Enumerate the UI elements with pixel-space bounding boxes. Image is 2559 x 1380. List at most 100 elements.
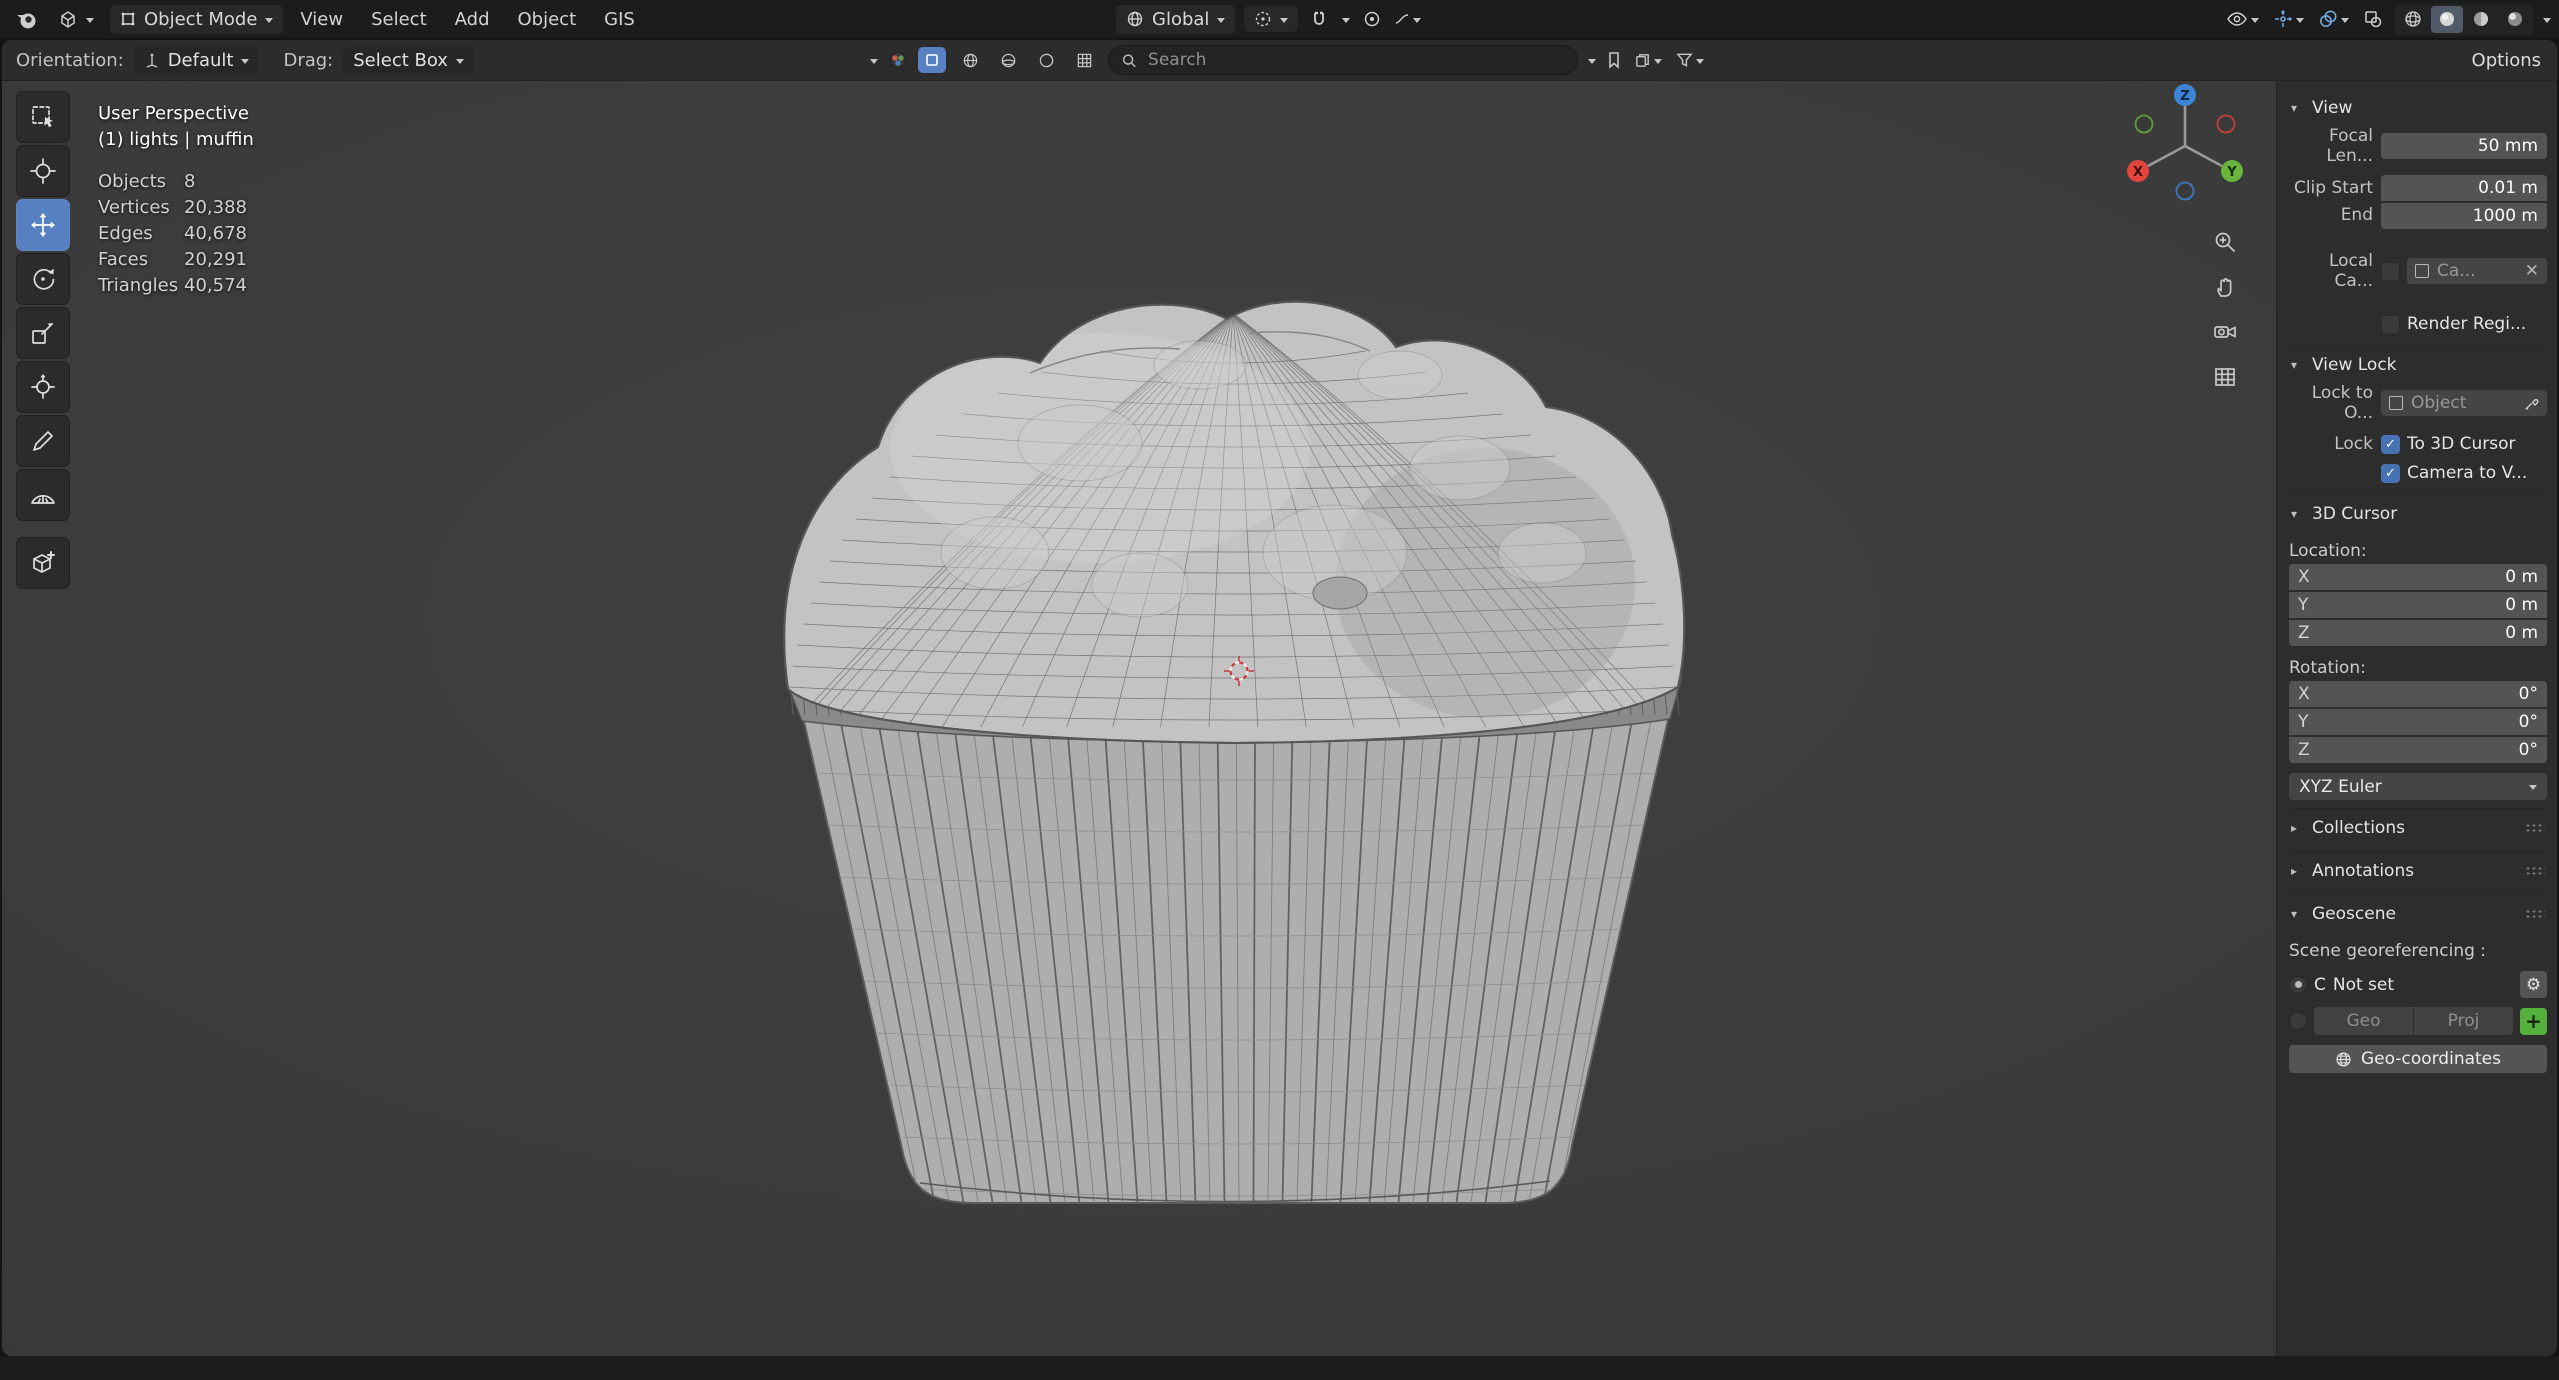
cursor-location-z[interactable]: Z0 m [2289, 620, 2547, 646]
clip-start-field[interactable]: 0.01 m [2381, 175, 2547, 201]
show-overlays-toggle[interactable] [2316, 7, 2351, 31]
viewport-toggle-globe[interactable] [956, 47, 984, 73]
shading-rendered-button[interactable] [2499, 6, 2531, 33]
panel-geoscene-header[interactable]: ▾ Geoscene [2289, 899, 2547, 929]
panel-annotations-header[interactable]: ▸ Annotations [2289, 856, 2547, 886]
geo-button[interactable]: Geo [2314, 1007, 2413, 1035]
mode-color-ball-icon[interactable] [888, 50, 908, 70]
cursor-rotation-z[interactable]: Z0° [2289, 737, 2547, 763]
bookmark-icon[interactable] [1606, 51, 1622, 69]
proportional-falloff-dropdown[interactable] [1392, 10, 1423, 28]
tool-add-cube[interactable] [16, 537, 70, 589]
tool-rotate[interactable] [16, 253, 70, 305]
camera-to-view-checkbox[interactable]: ✓ [2381, 464, 2400, 483]
proportional-editing-toggle[interactable] [1361, 8, 1383, 30]
toggle-perspective-grid-control[interactable] [2212, 364, 2238, 390]
tool-move[interactable] [16, 199, 70, 251]
panel-view-header[interactable]: ▾ View [2289, 93, 2547, 123]
clear-icon[interactable]: ✕ [2517, 261, 2547, 281]
render-region-checkbox[interactable] [2381, 315, 2400, 334]
camera-view-control[interactable] [2212, 319, 2238, 345]
copy-settings-dropdown[interactable] [1632, 50, 1664, 71]
panel-3d-cursor-header[interactable]: ▾ 3D Cursor [2289, 499, 2547, 529]
add-georef-button[interactable]: + [2520, 1008, 2547, 1035]
gizmo-y-label: Y [2226, 165, 2237, 180]
sidebar: ▾ View Focal Len... 50 mm Clip Start 0.0… [2276, 81, 2557, 1356]
lock-to-object-field[interactable]: Object [2381, 390, 2547, 416]
muffin-3d-model[interactable] [780, 253, 1690, 1228]
cursor-location-x[interactable]: X0 m [2289, 564, 2547, 590]
local-camera-checkbox[interactable] [2381, 262, 2400, 281]
drag-dropdown[interactable]: Select Box [343, 47, 474, 74]
cursor-rotation-x[interactable]: X0° [2289, 681, 2547, 707]
crs-settings-button[interactable]: ⚙ [2520, 971, 2547, 998]
snap-settings-dropdown[interactable] [1340, 14, 1352, 25]
viewport-toggle-active[interactable] [918, 47, 946, 73]
proj-button[interactable]: Proj [2414, 1007, 2513, 1035]
crs-radio[interactable] [2289, 976, 2307, 994]
panel-drag-grip[interactable] [2525, 866, 2545, 876]
tool-annotate[interactable] [16, 415, 70, 467]
shading-material-button[interactable] [2465, 6, 2497, 33]
orientation-dropdown[interactable]: Default [134, 47, 260, 74]
search-box[interactable] [1108, 45, 1578, 75]
eyedropper-icon[interactable] [2516, 396, 2547, 411]
menu-select[interactable]: Select [360, 5, 438, 34]
mode-dropdown[interactable]: Object Mode [110, 5, 283, 34]
cursor-rotation-y[interactable]: Y0° [2289, 709, 2547, 735]
menu-view[interactable]: View [289, 5, 354, 34]
tool-transform[interactable] [16, 361, 70, 413]
tool-cursor[interactable] [16, 145, 70, 197]
transform-orientation-dropdown[interactable]: Global [1116, 5, 1235, 34]
focal-length-field[interactable]: 50 mm [2381, 133, 2547, 159]
tool-select-box[interactable] [16, 91, 70, 143]
menu-gis[interactable]: GIS [593, 5, 646, 34]
menu-add[interactable]: Add [444, 5, 501, 34]
local-camera-field[interactable]: Ca... ✕ [2407, 258, 2547, 284]
header-collapse-chevron[interactable] [870, 59, 878, 64]
menu-object[interactable]: Object [507, 5, 588, 34]
gizmo-neg-z-handle[interactable] [2177, 183, 2194, 200]
shading-wireframe-button[interactable] [2397, 6, 2429, 33]
select-region-icon [924, 52, 940, 68]
object-visibility-dropdown[interactable] [2224, 8, 2261, 30]
shading-solid-button[interactable] [2431, 6, 2463, 33]
show-gizmo-toggle[interactable] [2271, 7, 2306, 31]
search-options-chevron[interactable] [1588, 59, 1596, 64]
gizmo-neg-x-handle[interactable] [2218, 116, 2235, 133]
orientation-value: Default [168, 50, 234, 71]
xray-toggle[interactable] [2361, 7, 2385, 31]
navigation-gizmo[interactable]: Z X Y [2120, 81, 2250, 211]
options-button[interactable]: Options [2472, 50, 2541, 71]
viewport-toggle-grid[interactable] [1070, 47, 1098, 73]
panel-collections-header[interactable]: ▸ Collections [2289, 813, 2547, 843]
panel-title: Geoscene [2312, 904, 2396, 924]
blender-logo-icon[interactable] [12, 4, 42, 34]
to-3d-cursor-checkbox[interactable]: ✓ [2381, 435, 2400, 454]
clip-end-field[interactable]: 1000 m [2381, 203, 2547, 229]
editor-type-dropdown[interactable] [48, 5, 104, 33]
chevron-down-icon [1654, 59, 1662, 64]
viewport-toggle-sphere-b[interactable] [1032, 47, 1060, 73]
gizmo-neg-y-handle[interactable] [2136, 116, 2153, 133]
to-3d-cursor-label: To 3D Cursor [2407, 434, 2516, 454]
search-input[interactable] [1146, 49, 1565, 71]
disclosure-closed-icon: ▸ [2291, 864, 2304, 878]
viewport-toggle-sphere-a[interactable] [994, 47, 1022, 73]
tool-scale[interactable] [16, 307, 70, 359]
panel-drag-grip[interactable] [2525, 909, 2545, 919]
geo-coordinates-button[interactable]: Geo-coordinates [2289, 1045, 2547, 1073]
cursor-location-y[interactable]: Y0 m [2289, 592, 2547, 618]
rotation-mode-dropdown[interactable]: XYZ Euler [2289, 773, 2547, 800]
panel-drag-grip[interactable] [2525, 823, 2545, 833]
panel-view-lock-header[interactable]: ▾ View Lock [2289, 350, 2547, 380]
pivot-point-dropdown[interactable] [1244, 6, 1298, 32]
shading-dropdown-chevron[interactable] [2543, 18, 2551, 23]
pan-hand-control[interactable] [2212, 274, 2238, 300]
3d-viewport[interactable]: User Perspective (1) lights | muffin Obj… [2, 81, 2557, 1356]
filter-dropdown[interactable] [1674, 50, 1706, 70]
zoom-control[interactable] [2212, 229, 2238, 255]
snap-toggle[interactable] [1307, 7, 1331, 31]
geo-radio[interactable] [2289, 1012, 2307, 1030]
tool-measure[interactable] [16, 469, 70, 521]
